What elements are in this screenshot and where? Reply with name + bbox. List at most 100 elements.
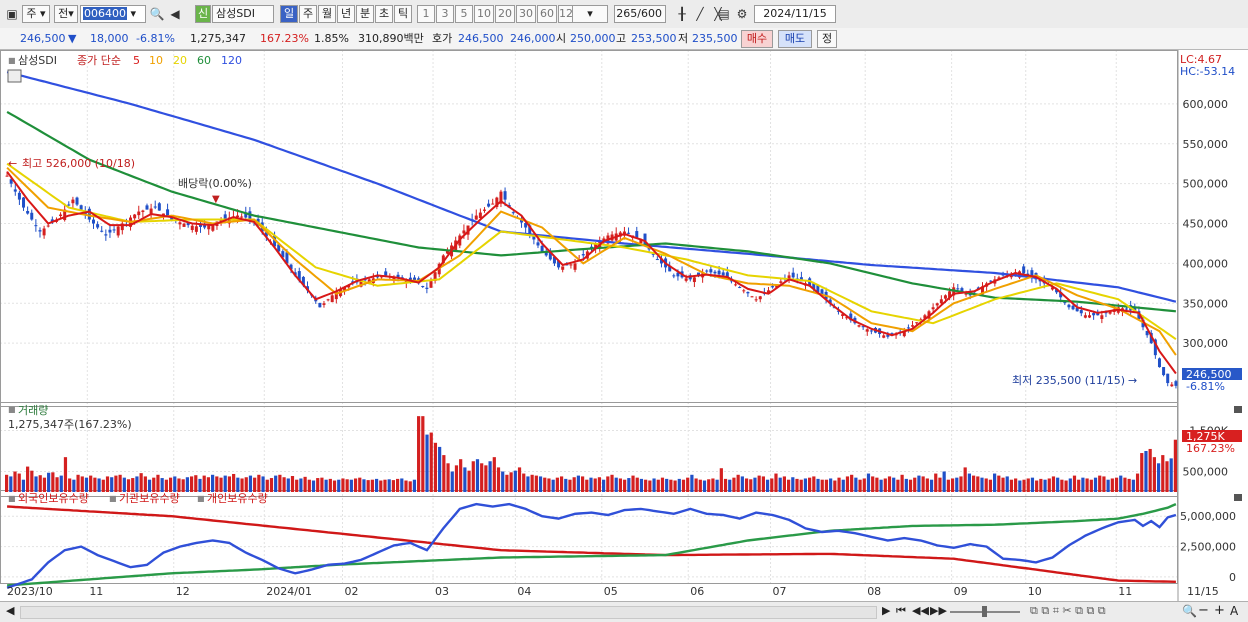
interval-button-1[interactable]: 1 (417, 5, 435, 23)
volume-bar (803, 478, 808, 492)
date-field[interactable]: 2024/11/15 (754, 5, 836, 23)
period-button-1[interactable]: 주 (299, 5, 317, 23)
volume-bar (227, 476, 232, 492)
volume-bar (652, 478, 656, 492)
volume-bar (677, 478, 681, 492)
magnify-icon[interactable]: 🔍 (1182, 604, 1197, 618)
candle-type-icon[interactable]: ╂ (674, 6, 690, 22)
volume-bar (68, 478, 72, 492)
candle-body (931, 307, 935, 310)
candle-body (573, 263, 577, 270)
candle-body (1162, 367, 1166, 376)
correction-button[interactable]: 정 (817, 30, 837, 48)
candle-body (869, 330, 873, 332)
price-tick-label: 600,000 (1183, 98, 1229, 111)
rewind-icon[interactable]: ◀◀ (912, 604, 929, 617)
interval-button-20[interactable]: 20 (495, 5, 515, 23)
volume-bar (1156, 463, 1161, 492)
zoom-in-icon[interactable]: + (1214, 603, 1225, 618)
candle-body (42, 228, 46, 236)
gear-icon[interactable]: ⚙ (734, 6, 750, 22)
candle-body (145, 205, 149, 210)
speaker-icon[interactable]: ◀ (167, 6, 183, 22)
scroll-left-icon[interactable]: ◀ (6, 604, 14, 617)
volume-bar (215, 476, 219, 492)
volume-bar (42, 477, 47, 492)
interval-button-3[interactable]: 3 (436, 5, 454, 23)
volume-bar (1022, 479, 1026, 492)
period-button-2[interactable]: 월 (318, 5, 336, 23)
x-tick-label: 09 (954, 585, 968, 598)
scroll-right-icon[interactable]: ▶ (882, 604, 890, 617)
tool-icons[interactable]: ⧉ ⧉ ⌗ ✂ ⧉ ⧉ ⧉ (1030, 604, 1106, 618)
volume-bar (942, 471, 946, 492)
interval-dropdown[interactable]: ▾ (572, 5, 608, 23)
volume-bar (198, 478, 202, 492)
holders-square-icon-3: ■ (197, 494, 205, 503)
line-tool-icon[interactable]: ╱ (692, 6, 708, 22)
volume-bar (538, 476, 543, 492)
auto-icon[interactable]: A (1230, 604, 1238, 618)
zoom-out-icon[interactable]: − (1198, 603, 1209, 618)
save-icon[interactable]: ▤ (716, 6, 732, 22)
count-field[interactable]: 265/600 (614, 5, 666, 23)
candle-body (742, 290, 746, 292)
volume-bar (879, 479, 883, 492)
buy-button[interactable]: 매수 (741, 30, 773, 48)
first-page-icon[interactable]: ⏮ (896, 604, 906, 618)
bottom-scrollbar[interactable]: ◀ ▶ ⏮ ◀◀ ▶▶ ⧉ ⧉ ⌗ ✂ ⧉ ⧉ ⧉ 🔍 − + A (0, 601, 1248, 622)
volume-bar (900, 474, 904, 492)
prev-select[interactable]: 전▾ (54, 5, 78, 23)
volume-bar (698, 479, 702, 492)
interval-button-10[interactable]: 10 (474, 5, 494, 23)
sell-button[interactable]: 매도 (778, 30, 812, 48)
stock-chart[interactable]: 2023/10 11 12 2024/01 02 03 04 05 06 07 08 09 10 11 11… (0, 50, 1248, 602)
volume-bar (303, 476, 307, 492)
down-arrow-icon: ▼ (68, 32, 77, 45)
interval-button-30[interactable]: 30 (516, 5, 536, 23)
volume-bar (963, 467, 967, 492)
candle-body (178, 222, 182, 225)
volume-bar (1089, 479, 1093, 492)
stock-name: 삼성SDI (212, 5, 274, 23)
volume-bar (505, 474, 509, 492)
period-select[interactable]: 주 ▾ (22, 5, 50, 23)
volume-bar (866, 473, 871, 492)
period-button-3[interactable]: 년 (337, 5, 355, 23)
interval-button-5[interactable]: 5 (455, 5, 473, 23)
volume-bar (274, 475, 278, 492)
volume-bar (1005, 476, 1009, 492)
legend-ma-10: 10 (149, 54, 163, 67)
forward-icon[interactable]: ▶▶ (930, 604, 947, 617)
volume-bar (530, 474, 534, 492)
period-button-6[interactable]: 틱 (394, 5, 412, 23)
volume-bar (564, 478, 568, 492)
price-tick-label: 450,000 (1183, 218, 1229, 231)
candle-body (655, 259, 659, 261)
volume-bar (1060, 479, 1064, 492)
candle-body (1088, 315, 1092, 318)
interval-button-60[interactable]: 60 (537, 5, 557, 23)
search-icon[interactable]: 🔍 (149, 6, 165, 22)
period-button-0[interactable]: 일 (280, 5, 298, 23)
code-input[interactable]: 006400 ▾ (80, 5, 146, 23)
period-button-4[interactable]: 분 (356, 5, 374, 23)
zoom-slider-handle[interactable] (982, 606, 987, 617)
volume-bar (1093, 477, 1098, 492)
volume-bar (349, 479, 353, 492)
chart-area[interactable]: 2023/10 11 12 2024/01 02 03 04 05 06 07 08 09 10 11 11… (0, 50, 1248, 602)
volume-bar (547, 478, 551, 492)
window-icon[interactable]: ▣ (4, 6, 20, 22)
moving-average-lines (6, 70, 1177, 375)
volume-bar (929, 479, 934, 492)
volume-bar (707, 479, 711, 492)
volume-bar (408, 481, 412, 492)
volume-bar (1035, 480, 1039, 492)
scroll-track[interactable] (20, 606, 877, 619)
volume-bar (332, 480, 337, 492)
volume-bar (383, 479, 387, 492)
volume-bar (1110, 478, 1114, 492)
period-button-5[interactable]: 초 (375, 5, 393, 23)
panel-frames (0, 50, 1179, 602)
volume-bar (471, 461, 475, 492)
